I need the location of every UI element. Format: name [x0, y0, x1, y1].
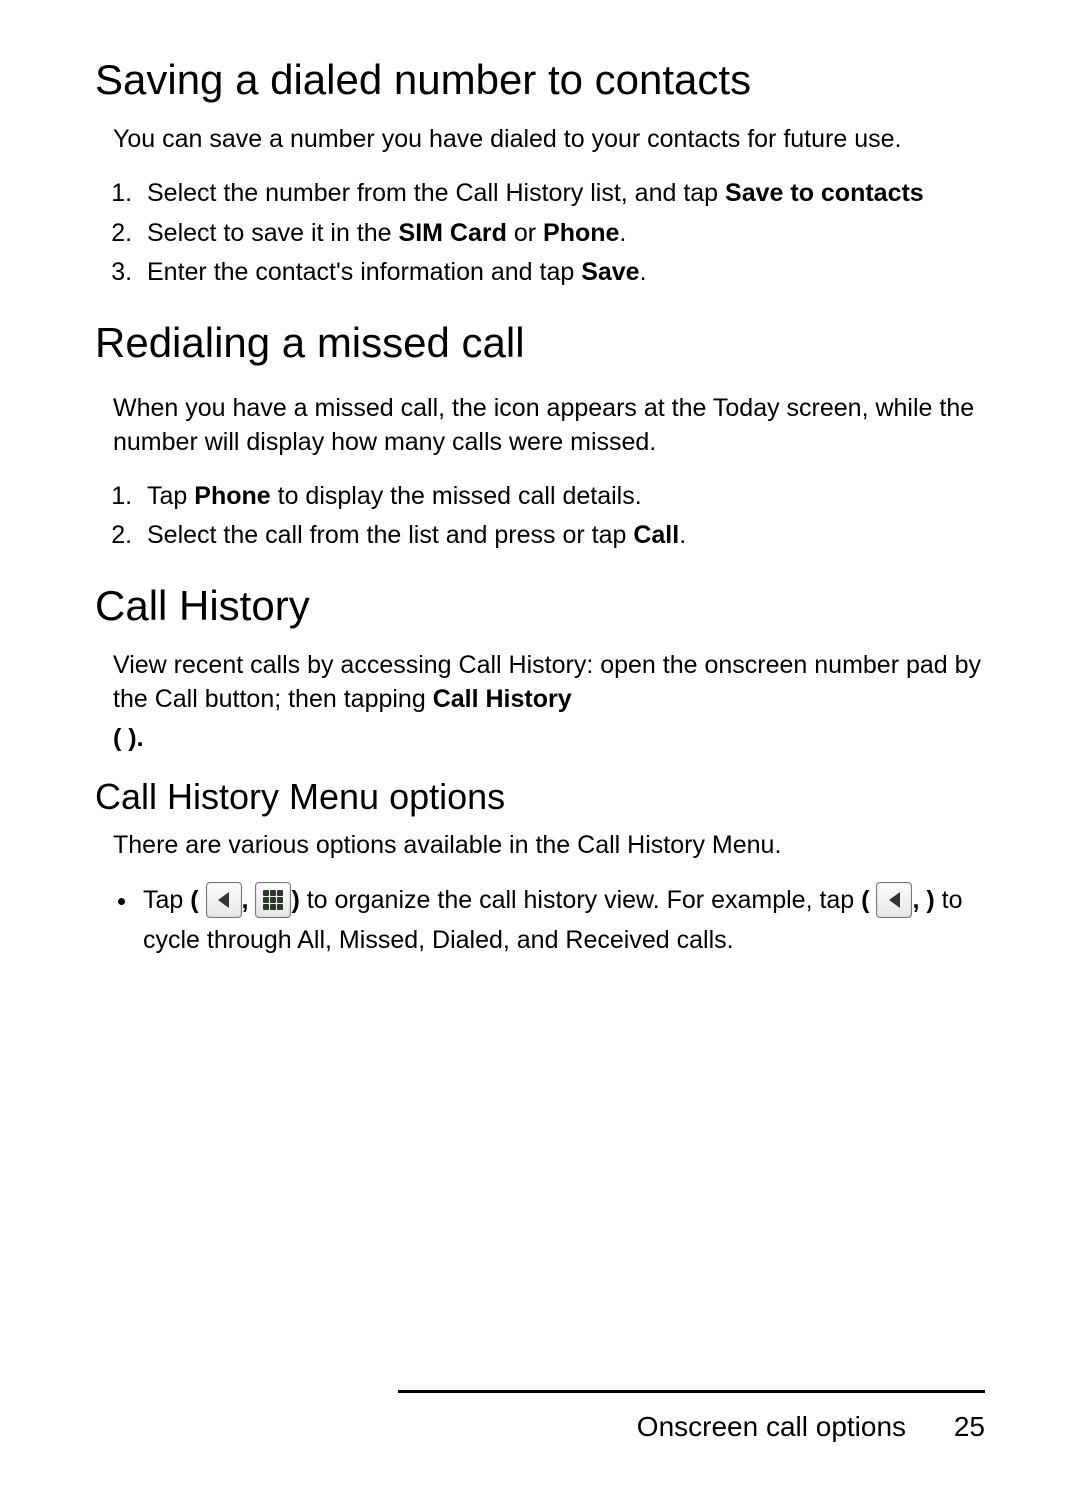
bold-phone: Phone — [194, 482, 270, 510]
step-text: to display the missed call details. — [271, 482, 642, 510]
footer-title: Onscreen call options — [637, 1411, 906, 1442]
bold-paren-open: ( — [190, 886, 205, 914]
step-text: . — [679, 521, 686, 549]
bullets-menu-options: Tap ( , ) to organize the call history v… — [113, 880, 985, 960]
bold-save: Save — [581, 258, 639, 286]
step-1: Select the number from the Call History … — [139, 175, 985, 213]
subheading-menu-options: Call History Menu options — [95, 775, 985, 818]
page-number: 25 — [954, 1411, 985, 1443]
footer-line: Onscreen call options 25 — [95, 1411, 985, 1443]
step-text: . — [640, 258, 647, 286]
bold-paren-close: ) — [291, 886, 299, 914]
intro-redialing: When you have a missed call, the icon ap… — [113, 392, 985, 460]
bold-comma: , — [242, 886, 256, 914]
bold-call-history: Call History — [433, 685, 572, 713]
step-text: Select the call from the list and press … — [147, 521, 633, 549]
manual-page: Saving a dialed number to contacts You c… — [0, 0, 1080, 1489]
intro-call-history: View recent calls by accessing Call Hist… — [113, 649, 985, 717]
step-text: . — [619, 219, 626, 247]
paren-line: ( ). — [113, 724, 985, 753]
step-2: Select the call from the list and press … — [139, 517, 985, 555]
intro-saving-number: You can save a number you have dialed to… — [113, 123, 985, 157]
grid-icon — [255, 882, 291, 918]
bold-save-to-contacts: Save to contacts — [725, 179, 924, 207]
bold-phone: Phone — [543, 219, 619, 247]
heading-call-history: Call History — [95, 581, 985, 631]
step-text: Enter the contact's information and tap — [147, 258, 581, 286]
bold-paren-open: ( — [861, 886, 876, 914]
bold-call: Call — [633, 521, 679, 549]
step-text: Tap — [147, 482, 194, 510]
bullet-text: to organize the call history view. For e… — [300, 886, 861, 914]
bold-sim-card: SIM Card — [399, 219, 507, 247]
bullet-text: Tap — [143, 886, 190, 914]
step-2: Select to save it in the SIM Card or Pho… — [139, 215, 985, 253]
step-1: Tap Phone to display the missed call det… — [139, 478, 985, 516]
steps-saving-number: Select the number from the Call History … — [113, 175, 985, 292]
left-arrow-icon — [876, 882, 912, 918]
step-text: Select the number from the Call History … — [147, 179, 725, 207]
step-text: Select to save it in the — [147, 219, 399, 247]
step-3: Enter the contact's information and tap … — [139, 254, 985, 292]
page-footer: Onscreen call options 25 — [95, 1390, 985, 1443]
bold-paren-close-2: , ) — [912, 886, 934, 914]
left-arrow-icon — [206, 882, 242, 918]
footer-rule — [398, 1390, 985, 1393]
subintro-menu-options: There are various options available in t… — [113, 829, 985, 863]
bullet-organize: Tap ( , ) to organize the call history v… — [139, 880, 985, 960]
step-text: or — [507, 219, 543, 247]
heading-saving-number: Saving a dialed number to contacts — [95, 55, 985, 105]
heading-redialing: Redialing a missed call — [95, 318, 985, 368]
steps-redialing: Tap Phone to display the missed call det… — [113, 478, 985, 555]
